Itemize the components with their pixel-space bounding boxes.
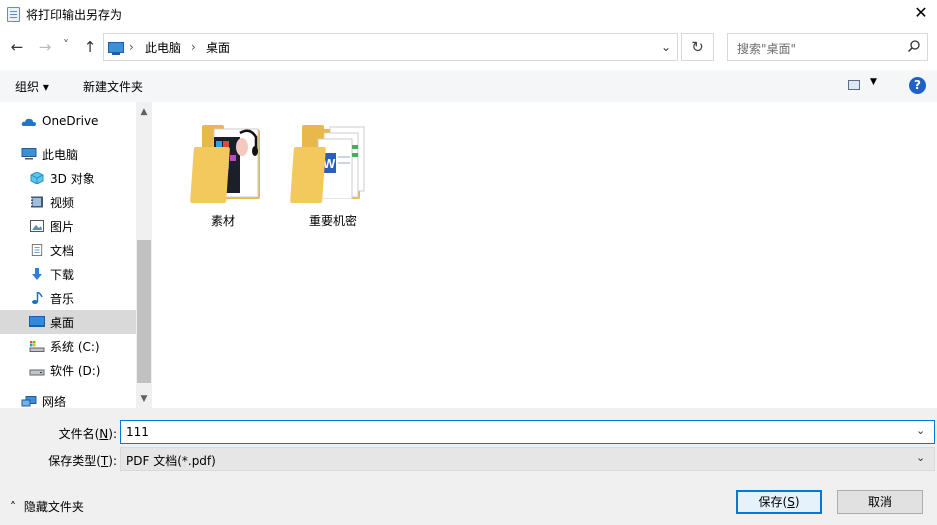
forward-button[interactable]: →: [36, 38, 54, 56]
help-button[interactable]: ?: [909, 77, 926, 94]
filetype-dropdown-button[interactable]: ⌄: [916, 451, 925, 464]
drive-icon: [29, 341, 45, 352]
desktop-icon: [29, 316, 45, 327]
sidebar-item-label: 文档: [50, 244, 75, 258]
hide-folders-toggle[interactable]: ˄ 隐藏文件夹: [10, 498, 84, 515]
search-placeholder: 搜索"桌面": [737, 42, 797, 56]
filetype-select[interactable]: PDF 文档(*.pdf) ⌄: [120, 447, 935, 471]
breadcrumb-separator: ›: [191, 40, 196, 54]
filename-label: 文件名(N):: [58, 427, 117, 441]
sidebar-scrollbar-thumb[interactable]: [137, 240, 151, 383]
sidebar-item-label: 桌面: [50, 316, 75, 330]
chevron-up-icon: ˄: [10, 500, 16, 514]
scroll-down-button[interactable]: ▼: [136, 391, 152, 407]
music-icon: [32, 292, 43, 304]
folder-label: 素材: [210, 214, 235, 228]
breadcrumb-desktop[interactable]: 桌面: [206, 39, 230, 56]
network-icon: [21, 396, 37, 407]
sidebar-item-network[interactable]: 网络: [0, 390, 136, 409]
organize-menu[interactable]: 组织 ▾: [15, 78, 49, 95]
filename-dropdown-button[interactable]: ⌄: [916, 424, 925, 437]
toolbar: 组织 ▾ 新建文件夹 ▼ ?: [0, 70, 937, 102]
sidebar-item-label: 音乐: [50, 292, 75, 306]
drive-icon: [29, 369, 45, 376]
sidebar-item-documents[interactable]: 文档: [0, 238, 136, 262]
file-list: 素材 W 重要机密: [152, 102, 937, 408]
document-icon: [31, 244, 43, 256]
folder-label: 重要机密: [308, 214, 357, 228]
sidebar-item-label: 系统 (C:): [50, 340, 100, 354]
up-button[interactable]: ↑: [81, 38, 99, 56]
folder-front: [190, 147, 230, 203]
sidebar-item-label: 此电脑: [42, 148, 79, 162]
title-bar: 将打印输出另存为 ✕: [0, 0, 937, 28]
search-input[interactable]: 搜索"桌面": [727, 33, 928, 61]
folder-item[interactable]: 素材: [178, 111, 268, 228]
filename-input[interactable]: 111 ⌄: [120, 420, 935, 444]
cube-icon: [30, 172, 44, 184]
sidebar-item-label: 图片: [50, 220, 75, 234]
video-icon: [31, 196, 43, 208]
view-dropdown-button[interactable]: ▼: [870, 77, 877, 87]
recent-locations-button[interactable]: ˅: [60, 36, 72, 54]
sidebar-item-downloads[interactable]: 下载: [0, 262, 136, 286]
sidebar-item-drive-c[interactable]: 系统 (C:): [0, 334, 136, 358]
sidebar-item-label: 下载: [50, 268, 75, 282]
cloud-icon: [21, 118, 36, 126]
refresh-button[interactable]: ↻: [681, 33, 714, 61]
computer-icon: [21, 148, 37, 160]
sidebar-item-desktop[interactable]: 桌面: [0, 310, 136, 334]
filetype-value: PDF 文档(*.pdf): [126, 454, 216, 468]
sidebar-item-videos[interactable]: 视频: [0, 190, 136, 214]
new-folder-button[interactable]: 新建文件夹: [83, 78, 143, 95]
sidebar-item-label: 视频: [50, 196, 75, 210]
printer-document-icon: [7, 7, 20, 22]
search-icon: [907, 40, 920, 53]
folder-front: [290, 147, 326, 203]
breadcrumb-separator: ›: [129, 40, 134, 54]
sidebar-item-music[interactable]: 音乐: [0, 286, 136, 310]
view-options-icon[interactable]: [848, 80, 860, 90]
sidebar-item-label: OneDrive: [42, 114, 99, 128]
close-button[interactable]: ✕: [905, 0, 937, 28]
save-button[interactable]: 保存(S): [736, 490, 822, 514]
hide-folders-label: 隐藏文件夹: [23, 500, 84, 514]
sidebar-item-3d-objects[interactable]: 3D 对象: [0, 166, 136, 190]
picture-icon: [30, 220, 44, 232]
window-title: 将打印输出另存为: [26, 8, 123, 22]
sidebar-item-onedrive[interactable]: OneDrive: [0, 110, 136, 134]
computer-icon: [108, 42, 124, 55]
folder-item[interactable]: W 重要机密: [288, 111, 378, 228]
sidebar-item-label: 软件 (D:): [50, 364, 101, 378]
back-button[interactable]: ←: [8, 38, 26, 56]
address-dropdown-button[interactable]: ⌄: [658, 38, 674, 56]
filetype-label: 保存类型(T):: [48, 454, 117, 468]
navigation-pane: OneDrive 此电脑 3D 对象 视频 图片 文档 下载 音乐 桌面 系统 …: [0, 102, 152, 409]
sidebar-item-drive-d[interactable]: 软件 (D:): [0, 358, 136, 382]
sidebar-item-this-pc[interactable]: 此电脑: [0, 142, 136, 166]
scroll-up-button[interactable]: ▲: [136, 104, 152, 120]
address-bar[interactable]: › 此电脑 › 桌面 ⌄: [103, 33, 678, 61]
download-icon: [32, 268, 42, 280]
cancel-button[interactable]: 取消: [837, 490, 923, 514]
filename-value: 111: [126, 425, 149, 439]
sidebar-item-label: 3D 对象: [50, 172, 95, 186]
breadcrumb-this-pc[interactable]: 此电脑: [145, 39, 181, 56]
sidebar-item-pictures[interactable]: 图片: [0, 214, 136, 238]
